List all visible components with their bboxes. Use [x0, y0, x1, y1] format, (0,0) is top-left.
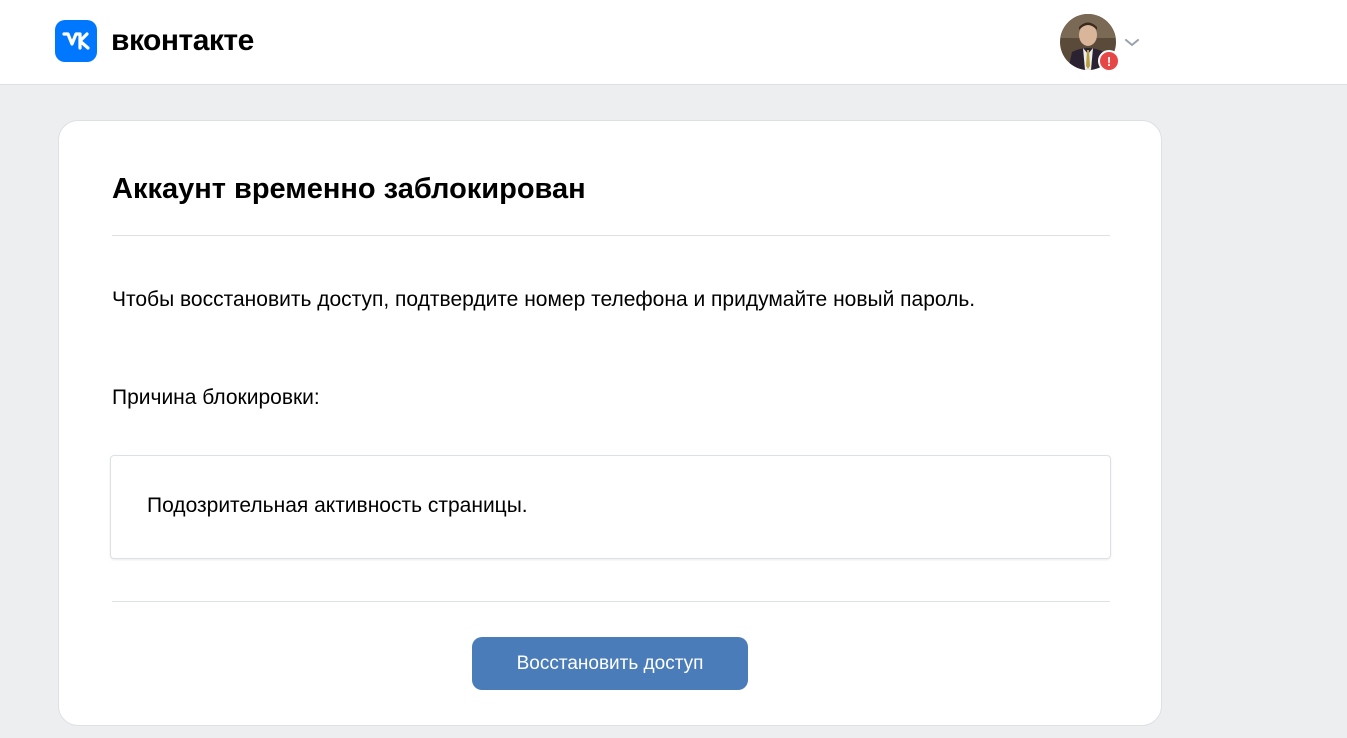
- top-header: вконтакте !: [0, 0, 1347, 85]
- avatar[interactable]: !: [1060, 14, 1120, 72]
- page-title: Аккаунт временно заблокирован: [112, 173, 586, 205]
- vk-logo[interactable]: вконтакте: [55, 20, 254, 62]
- restore-instructions: Чтобы восстановить доступ, подтвердите н…: [112, 288, 976, 311]
- block-reason-label: Причина блокировки:: [112, 386, 320, 409]
- block-reason-text: Подозрительная активность страницы.: [147, 494, 528, 517]
- logo-text: вконтакте: [111, 24, 254, 57]
- footer-divider: [112, 601, 1110, 602]
- alert-badge: !: [1098, 50, 1120, 72]
- chevron-down-icon[interactable]: [1124, 35, 1140, 51]
- blocked-account-card: Аккаунт временно заблокирован Чтобы восс…: [58, 120, 1162, 726]
- title-divider: [112, 235, 1110, 236]
- restore-access-button[interactable]: Восстановить доступ: [472, 637, 748, 690]
- exclamation-icon: !: [1106, 53, 1112, 69]
- vk-logo-icon: [55, 20, 97, 62]
- block-reason-box: Подозрительная активность страницы.: [110, 455, 1111, 559]
- profile-menu[interactable]: !: [1060, 14, 1140, 72]
